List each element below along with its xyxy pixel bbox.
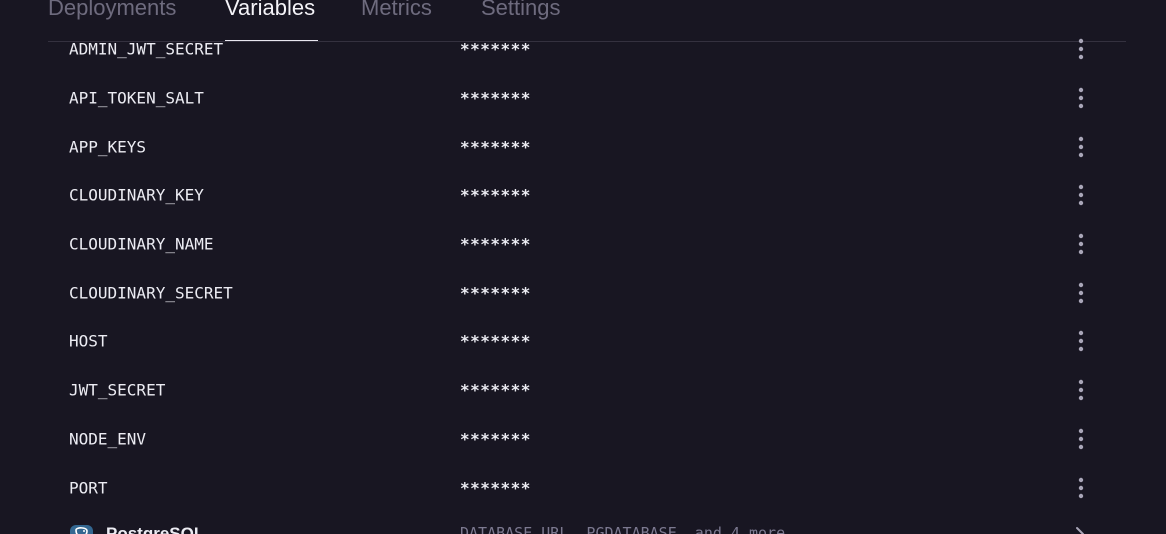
kebab-menu-icon[interactable] — [1072, 328, 1090, 354]
variable-value-masked[interactable]: ******* — [460, 381, 531, 400]
variable-row[interactable]: CLOUDINARY_KEY ******* — [0, 171, 1166, 220]
variable-name: ADMIN_JWT_SECRET — [69, 39, 224, 59]
variable-value-masked[interactable]: ******* — [460, 40, 531, 59]
tab-metrics[interactable]: Metrics — [361, 0, 432, 23]
variable-row[interactable]: PORT ******* — [0, 463, 1166, 512]
variable-name: API_TOKEN_SALT — [69, 88, 204, 108]
variable-row[interactable]: APP_KEYS ******* — [0, 122, 1166, 171]
tab-variables[interactable]: Variables — [225, 0, 315, 23]
variable-value-masked[interactable]: ******* — [460, 429, 531, 448]
kebab-menu-icon[interactable] — [1072, 182, 1090, 208]
variable-row[interactable]: CLOUDINARY_SECRET ******* — [0, 268, 1166, 317]
variable-name: CLOUDINARY_NAME — [69, 234, 214, 254]
kebab-menu-icon[interactable] — [1072, 280, 1090, 306]
variable-row[interactable]: HOST ******* — [0, 317, 1166, 366]
variables-list: ADMIN_JWT_SECRET ******* API_TOKEN_SALT … — [0, 25, 1166, 512]
variable-name: JWT_SECRET — [69, 380, 166, 400]
variable-value-masked[interactable]: ******* — [460, 332, 531, 351]
variable-row[interactable]: JWT_SECRET ******* — [0, 366, 1166, 415]
kebab-menu-icon[interactable] — [1072, 231, 1090, 257]
variable-value-masked[interactable]: ******* — [460, 137, 531, 156]
variable-value-masked[interactable]: ******* — [460, 235, 531, 254]
tab-deployments[interactable]: Deployments — [48, 0, 176, 23]
variable-value-masked[interactable]: ******* — [460, 89, 531, 108]
variable-name: APP_KEYS — [69, 137, 147, 157]
variable-value-masked[interactable]: ******* — [460, 186, 531, 205]
kebab-menu-icon[interactable] — [1072, 134, 1090, 160]
postgresql-elephant-icon — [69, 524, 94, 534]
plugin-row-postgresql[interactable]: PostgreSQL DATABASE_URL, PGDATABASE, and… — [0, 512, 1166, 534]
variable-name: HOST — [69, 331, 108, 351]
tab-settings[interactable]: Settings — [481, 0, 561, 23]
variable-row[interactable]: CLOUDINARY_NAME ******* — [0, 220, 1166, 269]
kebab-menu-icon[interactable] — [1072, 377, 1090, 403]
plugin-variables-summary: DATABASE_URL, PGDATABASE, and 4 more — [460, 524, 786, 534]
kebab-menu-icon[interactable] — [1072, 426, 1090, 452]
kebab-menu-icon[interactable] — [1072, 475, 1090, 501]
variable-name: CLOUDINARY_KEY — [69, 185, 204, 205]
variable-row[interactable]: NODE_ENV ******* — [0, 415, 1166, 464]
variable-value-masked[interactable]: ******* — [460, 283, 531, 302]
variable-row[interactable]: API_TOKEN_SALT ******* — [0, 74, 1166, 123]
kebab-menu-icon[interactable] — [1072, 85, 1090, 111]
variable-value-masked[interactable]: ******* — [460, 478, 531, 497]
variable-row[interactable]: ADMIN_JWT_SECRET ******* — [0, 25, 1166, 74]
plugin-name: PostgreSQL — [106, 524, 205, 534]
chevron-right-icon[interactable] — [1073, 524, 1087, 534]
kebab-menu-icon[interactable] — [1072, 36, 1090, 62]
variable-name: PORT — [69, 478, 108, 498]
variable-name: CLOUDINARY_SECRET — [69, 283, 233, 303]
variable-name: NODE_ENV — [69, 429, 147, 449]
